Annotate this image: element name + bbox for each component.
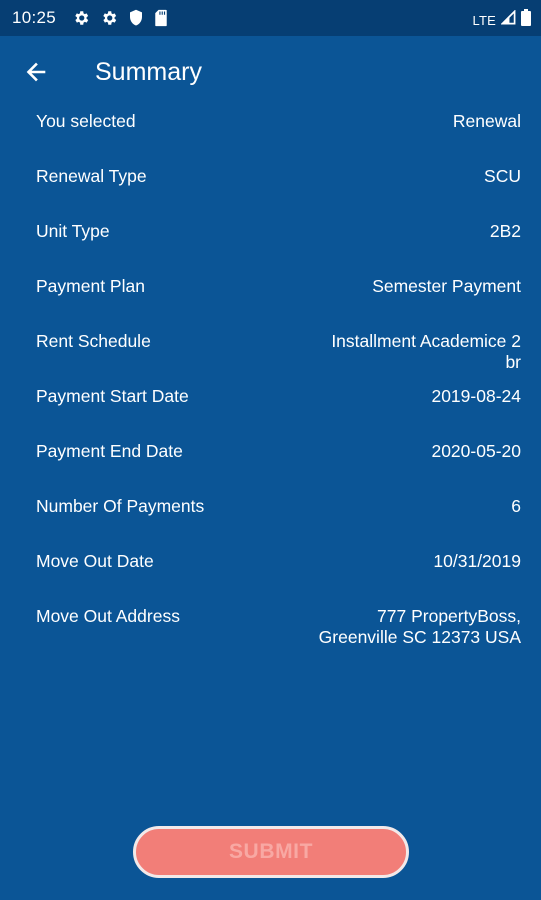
notification-icons <box>72 9 168 27</box>
shield-icon <box>128 9 144 27</box>
row-label: Payment Start Date <box>36 386 189 406</box>
row-label: Move Out Address <box>36 606 180 626</box>
submit-label: SUBMIT <box>228 840 314 863</box>
summary-row-payment-end-date: Payment End Date 2020-05-20 <box>36 438 521 493</box>
row-value: 10/31/2019 <box>433 551 521 571</box>
battery-icon <box>521 9 531 31</box>
back-button[interactable] <box>14 52 58 96</box>
sd-card-icon <box>154 9 168 27</box>
summary-row-number-of-payments: Number Of Payments 6 <box>36 493 521 548</box>
app-bar: Summary <box>0 36 541 108</box>
row-value: 2020-05-20 <box>431 441 521 461</box>
summary-row-move-out-address: Move Out Address 777 PropertyBoss, Green… <box>36 603 521 658</box>
system-status: LTE <box>473 9 531 31</box>
row-value: Renewal <box>452 111 521 131</box>
signal-icon <box>500 9 516 30</box>
row-label: You selected <box>36 111 136 131</box>
row-label: Payment End Date <box>36 441 183 461</box>
network-type: LTE <box>472 12 496 28</box>
summary-row-renewal-type: Renewal Type SCU <box>36 163 521 218</box>
summary-row-move-out-date: Move Out Date 10/31/2019 <box>36 548 521 603</box>
row-value: 777 PropertyBoss, Greenville SC 12373 US… <box>318 606 521 647</box>
row-value: Installment Academice 2 br <box>331 331 521 372</box>
summary-row-selection: You selected Renewal <box>36 108 521 163</box>
row-value: 2019-08-24 <box>431 386 521 406</box>
summary-row-payment-start-date: Payment Start Date 2019-08-24 <box>36 383 521 438</box>
status-time: 10:25 <box>12 8 57 27</box>
row-label: Number Of Payments <box>36 496 205 516</box>
row-label: Renewal Type <box>36 166 147 186</box>
row-label: Unit Type <box>36 221 110 241</box>
page-title: Summary <box>95 58 202 86</box>
summary-row-rent-schedule: Rent Schedule Installment Academice 2 br <box>36 328 521 383</box>
settings-icon <box>72 9 90 27</box>
row-value: Semester Payment <box>372 276 521 296</box>
summary-row-unit-type: Unit Type 2B2 <box>36 218 521 273</box>
summary-row-payment-plan: Payment Plan Semester Payment <box>36 273 521 328</box>
row-value: 6 <box>511 496 521 516</box>
row-value: SCU <box>484 166 521 186</box>
row-value: 2B2 <box>489 221 521 241</box>
arrow-left-icon <box>24 60 48 89</box>
row-label: Move Out Date <box>36 551 154 571</box>
row-label: Rent Schedule <box>36 331 151 351</box>
summary-list: You selected Renewal Renewal Type SCU Un… <box>36 108 521 658</box>
submit-button[interactable]: SUBMIT <box>133 826 409 878</box>
status-bar: 10:25 LTE <box>0 0 541 36</box>
settings-icon <box>100 9 118 27</box>
row-label: Payment Plan <box>36 276 145 296</box>
